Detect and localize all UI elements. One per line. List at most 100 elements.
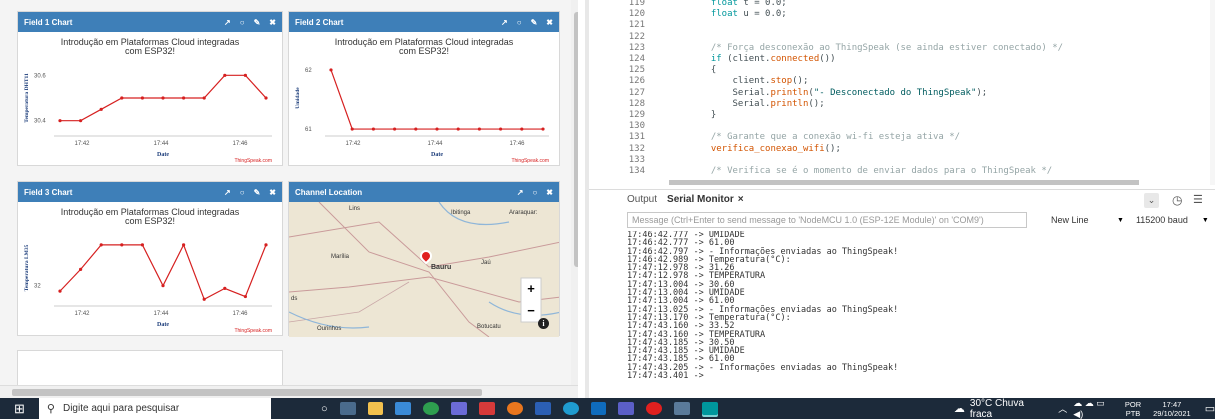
scroll-thumb[interactable] <box>574 12 578 267</box>
tab-serial-monitor[interactable]: Serial Monitor <box>667 194 734 205</box>
comment-icon[interactable]: ○ <box>240 188 245 197</box>
data-point <box>393 127 397 131</box>
tray-icons[interactable]: ☁ ☁ ▭ ◀) <box>1073 398 1117 419</box>
x-tick-label: 17:46 <box>232 141 248 147</box>
language-indicator[interactable]: POR PTB <box>1125 400 1141 418</box>
tray-chevron-up-icon[interactable]: ︿ <box>1058 402 1067 415</box>
editor-vertical-scrollbar[interactable] <box>1210 0 1215 185</box>
editor-horizontal-scrollbar[interactable] <box>669 180 1139 185</box>
clock[interactable]: 17:47 29/10/2021 <box>1153 400 1191 418</box>
data-point <box>182 96 186 100</box>
line-number: 131 <box>628 132 645 143</box>
map-info-icon[interactable]: i <box>538 318 549 329</box>
external-link-icon[interactable]: ↗ <box>517 188 524 197</box>
clock-icon[interactable]: ◷ <box>1172 193 1182 207</box>
data-point <box>79 119 83 123</box>
y-tick-label: 62 <box>305 68 312 74</box>
data-point <box>58 119 62 123</box>
y-axis-label: Temperatura LM35 <box>24 244 30 291</box>
data-point <box>435 127 439 131</box>
edit-icon[interactable]: ✎ <box>254 18 261 27</box>
baud-rate-select[interactable]: 115200 baud <box>1136 215 1188 225</box>
line-number: 128 <box>628 98 645 109</box>
field2-widget: Field 2 Chart ↗ ○ ✎ ✖ Introdução em Platafo… <box>288 11 560 166</box>
language-code: POR <box>1124 399 1142 409</box>
data-point <box>140 243 144 247</box>
close-icon[interactable]: ✖ <box>269 18 276 27</box>
keyboard-layout: PTB <box>1125 408 1141 418</box>
chevron-down-icon: ▼ <box>1201 216 1209 224</box>
data-point <box>161 96 165 100</box>
taskbar-search[interactable]: ⚲ Digite aqui para pesquisar <box>38 398 271 419</box>
calculator-icon[interactable] <box>674 402 691 415</box>
search-icon: ⚲ <box>46 403 55 415</box>
app-icon[interactable] <box>479 402 495 415</box>
x-tick-label: 17:46 <box>232 311 248 317</box>
tab-output[interactable]: Output <box>627 194 657 205</box>
message-input[interactable]: Message (Ctrl+Enter to send message to '… <box>627 212 1027 228</box>
teams-icon[interactable] <box>618 402 635 415</box>
data-point <box>202 96 206 100</box>
arduino-icon[interactable] <box>702 402 718 415</box>
notifications-icon[interactable]: ▭ <box>1205 402 1215 415</box>
code-text: Serial.println(); <box>700 98 825 109</box>
clock-date: 29/10/2021 <box>1153 408 1191 418</box>
credit-text: ThingSpeak.com <box>234 158 272 164</box>
widgets-icon[interactable] <box>339 402 356 415</box>
field1-chart: Introdução em Plataformas Cloud integrad… <box>18 32 282 167</box>
close-icon[interactable]: ✖ <box>269 188 276 197</box>
field1-widget: Field 1 Chart ↗ ○ ✎ ✖ Introdução em Platafo… <box>17 11 283 166</box>
code-text: /* Verifica se é o momento de enviar dad… <box>700 166 1053 176</box>
edit-icon[interactable]: ✎ <box>531 18 538 27</box>
comment-icon[interactable]: ○ <box>240 18 245 27</box>
data-point <box>499 127 503 131</box>
search-placeholder: Digite aqui para pesquisar <box>62 403 180 414</box>
firefox-icon[interactable] <box>506 402 523 415</box>
vertical-scrollbar[interactable] <box>571 0 578 398</box>
store-icon[interactable] <box>395 402 412 415</box>
app-icon[interactable] <box>451 402 468 415</box>
map-header: Channel Location ↗ ○ ✖ <box>289 182 559 202</box>
chrome-icon[interactable] <box>423 402 440 415</box>
settings-icon[interactable]: ☰ <box>1193 193 1203 206</box>
close-serial-monitor-icon[interactable]: × <box>738 194 744 205</box>
data-point <box>202 297 206 301</box>
comment-icon[interactable]: ○ <box>532 188 537 197</box>
zoom-in-button[interactable]: + <box>521 278 541 300</box>
y-axis-label: Temperatura DHT11 <box>24 73 30 123</box>
x-tick-label: 17:44 <box>153 141 169 147</box>
map-label-lins: Lins <box>349 206 361 212</box>
data-point <box>456 127 460 131</box>
word-icon[interactable] <box>534 402 551 415</box>
map-label-ds: ds <box>291 296 298 302</box>
outlook-icon[interactable] <box>590 402 607 415</box>
task-view-icon[interactable]: ○ <box>321 403 328 415</box>
close-icon[interactable]: ✖ <box>546 18 553 27</box>
edge-icon[interactable] <box>562 402 579 415</box>
line-number: 130 <box>628 121 645 132</box>
windows-start-icon[interactable]: ⊞ <box>14 401 25 417</box>
horizontal-scrollbar[interactable] <box>0 385 578 398</box>
collapse-icon[interactable]: ⌄ <box>1144 193 1159 208</box>
credit-text: ThingSpeak.com <box>234 328 272 334</box>
map-view[interactable]: Lins Ibitinga Araraquar: Marília Bauru J… <box>289 202 559 337</box>
line-ending-select[interactable]: New Line <box>1051 215 1111 225</box>
external-link-icon[interactable]: ↗ <box>224 18 231 27</box>
external-link-icon[interactable]: ↗ <box>501 18 508 27</box>
close-icon[interactable]: ✖ <box>546 188 553 197</box>
serial-output[interactable]: 17:46:42.777 -> UMIDADE 17:46:42.777 -> 6… <box>627 231 1212 398</box>
line-number: 120 <box>628 9 645 20</box>
zoom-out-button[interactable]: − <box>521 300 541 322</box>
code-editor[interactable]: 119 float t = 0.0; 120 float u = 0.0; 121 1… <box>589 0 1215 185</box>
comment-icon[interactable]: ○ <box>517 18 522 27</box>
opera-icon[interactable] <box>646 402 663 415</box>
line-number: 127 <box>628 87 645 98</box>
y-tick-label: 30.4 <box>34 119 46 125</box>
file-explorer-icon[interactable] <box>367 402 384 415</box>
weather-text[interactable]: 30°C Chuva fraca <box>970 398 1048 419</box>
edit-icon[interactable]: ✎ <box>254 188 261 197</box>
data-point <box>99 107 103 111</box>
line-number: 132 <box>628 143 645 154</box>
scroll-thumb[interactable] <box>12 389 482 396</box>
external-link-icon[interactable]: ↗ <box>224 188 231 197</box>
